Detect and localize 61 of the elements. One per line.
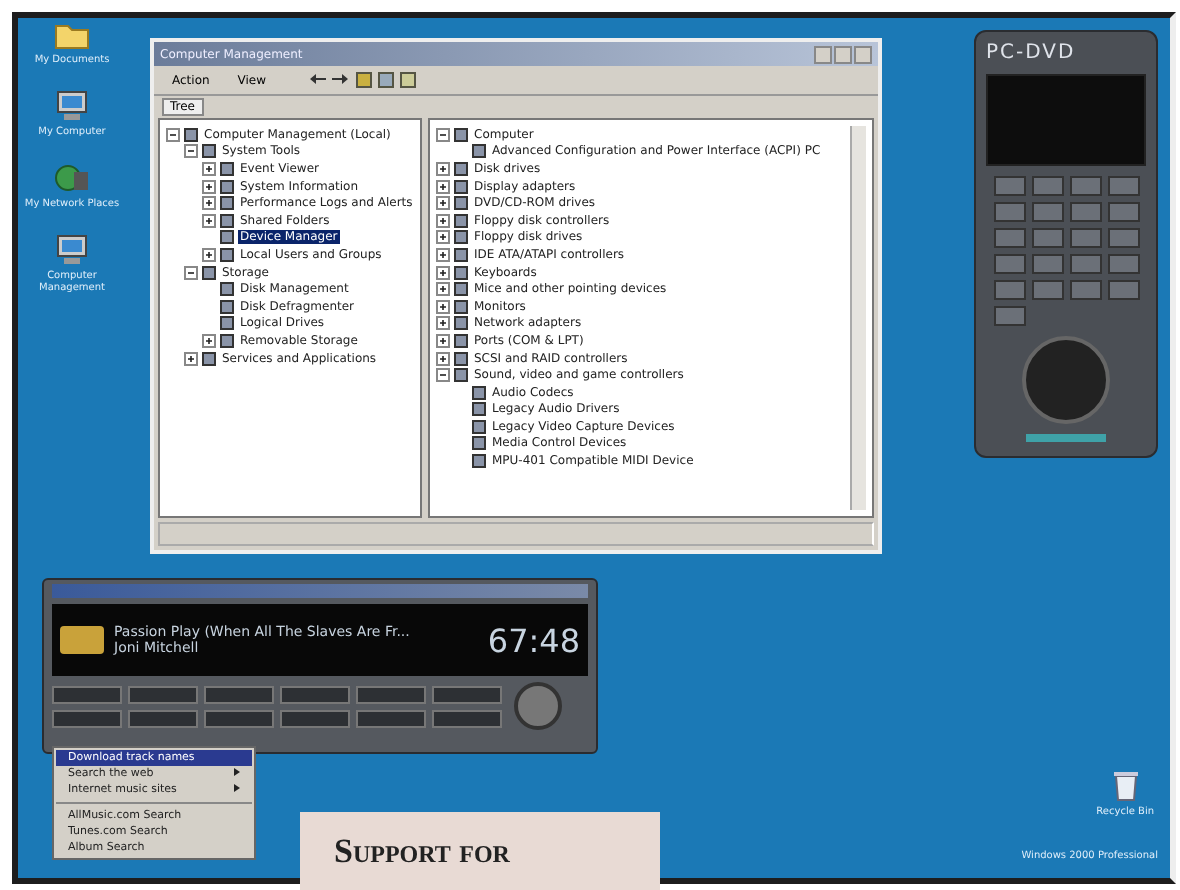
player-control-button[interactable] [356, 685, 426, 703]
node-icon [472, 144, 486, 159]
expand-toggle-icon[interactable] [202, 161, 216, 176]
remote-title: PC-DVD [986, 42, 1076, 64]
expand-toggle-icon[interactable] [184, 351, 198, 366]
node-icon [202, 351, 216, 366]
player-control-button[interactable] [432, 685, 502, 703]
expand-toggle-icon[interactable] [436, 247, 450, 262]
expand-toggle-icon[interactable] [436, 299, 450, 314]
computer-icon [54, 234, 90, 266]
direction-pad[interactable] [1022, 336, 1110, 424]
collapse-toggle-icon[interactable] [166, 127, 180, 142]
expand-toggle-icon[interactable] [436, 196, 450, 211]
expand-toggle-icon[interactable] [436, 161, 450, 176]
computer-icon [54, 90, 90, 122]
expand-toggle-icon[interactable] [436, 230, 450, 245]
caption-text: Support for [334, 831, 510, 871]
collapse-toggle-icon[interactable] [436, 368, 450, 383]
expand-toggle-icon[interactable] [436, 265, 450, 280]
expand-toggle-icon[interactable] [436, 316, 450, 331]
player-control-button[interactable] [432, 709, 502, 727]
expand-toggle-icon[interactable] [436, 213, 450, 228]
collapse-toggle-icon[interactable] [436, 127, 450, 142]
player-control-button[interactable] [280, 685, 350, 703]
globe-computer-icon [54, 162, 90, 194]
player-control-button[interactable] [204, 685, 274, 703]
expand-toggle-icon[interactable] [202, 247, 216, 262]
player-control-button[interactable] [204, 709, 274, 727]
player-control-button[interactable] [128, 709, 198, 727]
node-icon [454, 127, 468, 142]
forward-arrow-icon[interactable] [332, 72, 351, 86]
node-icon [454, 161, 468, 176]
node-icon [472, 454, 486, 469]
expand-toggle-icon[interactable] [202, 333, 216, 348]
expand-toggle-icon[interactable] [436, 282, 450, 297]
player-control-button[interactable] [52, 685, 122, 703]
player-control-button[interactable] [128, 685, 198, 703]
recycle-bin-icon [1113, 770, 1138, 802]
expand-toggle-icon[interactable] [202, 213, 216, 228]
logo-strip [1026, 434, 1106, 442]
back-arrow-icon[interactable] [308, 72, 327, 86]
volume-knob[interactable] [514, 682, 562, 730]
expand-toggle-icon[interactable] [436, 179, 450, 194]
album-art-icon [60, 626, 104, 654]
expand-toggle-icon[interactable] [202, 179, 216, 194]
collapse-toggle-icon[interactable] [184, 265, 198, 280]
node-icon [220, 161, 234, 176]
expand-toggle-icon[interactable] [436, 351, 450, 366]
folder-icon [54, 22, 90, 50]
track-time: 67:48 [487, 621, 580, 659]
node-icon [202, 144, 216, 159]
node-icon [202, 265, 216, 280]
player-control-button[interactable] [52, 709, 122, 727]
player-control-button[interactable] [356, 709, 426, 727]
remote-keypad[interactable] [993, 176, 1139, 326]
node-icon [184, 127, 198, 142]
scrollbar[interactable] [850, 126, 866, 510]
collapse-toggle-icon[interactable] [184, 144, 198, 159]
expand-toggle-icon[interactable] [202, 196, 216, 211]
player-control-button[interactable] [280, 709, 350, 727]
expand-toggle-icon[interactable] [436, 333, 450, 348]
